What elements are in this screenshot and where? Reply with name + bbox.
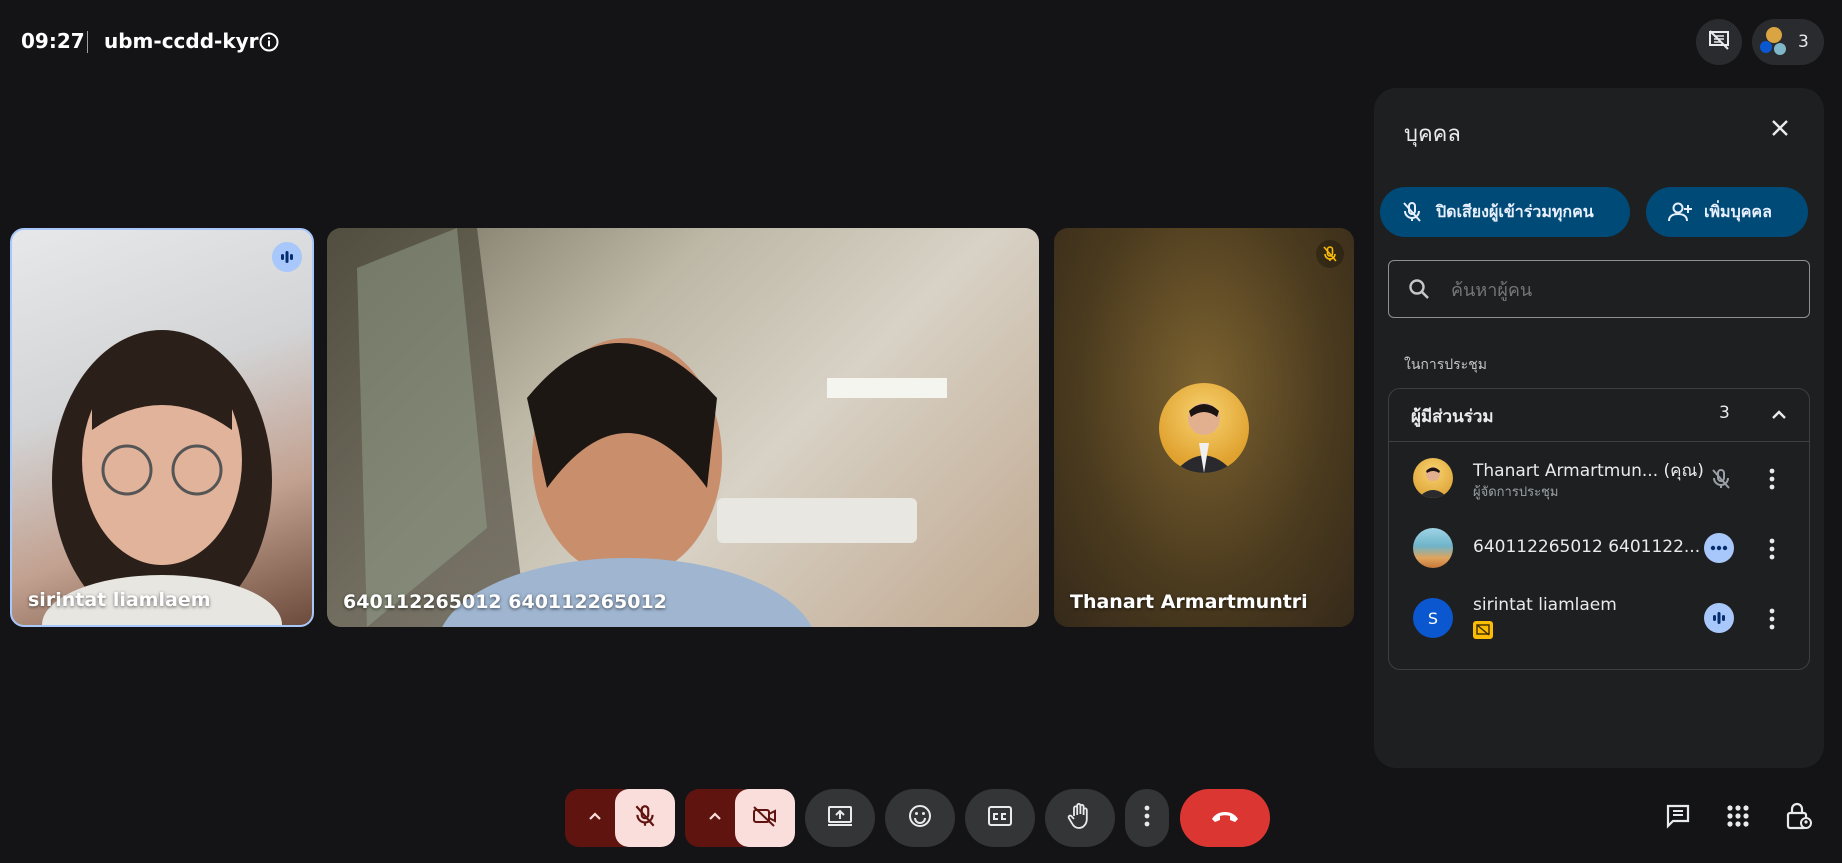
participant-avatars-icon: [1760, 27, 1790, 57]
mic-off-icon: [1400, 200, 1424, 224]
meeting-code: ubm-ccdd-kyr: [104, 29, 259, 53]
speaking-icon: [272, 242, 302, 272]
presentation-off-button[interactable]: [1696, 19, 1742, 65]
mic-off-icon: [1709, 467, 1733, 495]
participant-row[interactable]: S sirintat liamlaem: [1389, 583, 1809, 653]
more-options-icon[interactable]: [1769, 608, 1775, 630]
mic-off-icon: [1316, 240, 1344, 268]
close-button[interactable]: [1766, 116, 1794, 144]
presentation-badge-icon: [1473, 621, 1493, 639]
more-vertical-icon: [1144, 805, 1150, 831]
emoji-icon: [907, 803, 933, 833]
participant-name: 640112265012 6401122...: [1473, 537, 1701, 557]
presentation-off-icon: [1707, 28, 1731, 56]
chat-icon: [1664, 802, 1692, 834]
mute-all-button[interactable]: ปิดเสียงผู้เข้าร่วมทุกคน: [1380, 187, 1630, 237]
participant-role: ผู้จัดการประชุม: [1473, 485, 1559, 500]
add-person-icon: [1666, 200, 1694, 224]
section-label: ในการประชุม: [1404, 357, 1487, 373]
participant-name: sirintat liamlaem: [1473, 595, 1617, 615]
participant-row[interactable]: 640112265012 6401122...: [1389, 513, 1809, 583]
camera-off-icon: [751, 803, 779, 833]
lock-person-icon: [1784, 801, 1812, 835]
tile-name: Thanart Armartmuntri: [1070, 591, 1308, 613]
tile-name: sirintat liamlaem: [28, 589, 211, 611]
info-icon[interactable]: [258, 31, 280, 53]
participant-avatar: [1159, 383, 1249, 473]
participant-video: [327, 228, 947, 627]
people-panel: บุคคล ปิดเสียงผู้เข้าร่วมทุกคน เพิ่มบุคค…: [1374, 88, 1824, 768]
avatar: [1413, 528, 1453, 568]
present-screen-icon: [826, 804, 854, 832]
avatar: S: [1413, 598, 1453, 638]
emoji-button[interactable]: [885, 789, 955, 847]
video-tile-640112265012[interactable]: 640112265012 640112265012: [327, 228, 1039, 627]
group-count: 3: [1719, 403, 1730, 423]
chevron-up-icon: [587, 808, 603, 828]
search-field[interactable]: [1388, 260, 1810, 318]
captions-icon: [987, 805, 1013, 831]
add-people-button[interactable]: เพิ่มบุคคล: [1646, 187, 1808, 237]
more-options-icon[interactable]: [1769, 538, 1775, 560]
raise-hand-button[interactable]: [1045, 789, 1115, 847]
camera-toggle-button[interactable]: [735, 789, 795, 847]
add-people-label: เพิ่มบุคคล: [1704, 201, 1772, 221]
search-input[interactable]: [1449, 275, 1793, 305]
participant-video: [42, 330, 282, 625]
more-horizontal-icon: [1704, 533, 1734, 563]
hang-up-icon: [1210, 809, 1240, 828]
raise-hand-icon: [1067, 802, 1093, 834]
chevron-up-icon[interactable]: [1769, 405, 1789, 429]
video-tile-thanart[interactable]: Thanart Armartmuntri: [1054, 228, 1354, 627]
participant-name: Thanart Armartmun... (คุณ): [1473, 461, 1704, 481]
more-options-icon[interactable]: [1769, 468, 1775, 490]
leave-call-button[interactable]: [1180, 789, 1270, 847]
present-screen-button[interactable]: [805, 789, 875, 847]
avatar: [1413, 458, 1453, 498]
panel-title: บุคคล: [1404, 122, 1461, 147]
activities-button[interactable]: [1720, 800, 1756, 836]
close-icon: [1770, 118, 1790, 142]
participants-group: ผู้มีส่วนร่วม 3 Thanart Armartmun... (คุ…: [1388, 388, 1810, 670]
participants-count-button[interactable]: 3: [1752, 19, 1824, 65]
more-options-button[interactable]: [1125, 789, 1169, 847]
participant-row[interactable]: Thanart Armartmun... (คุณ) ผู้จัดการประช…: [1389, 443, 1809, 513]
tile-name: 640112265012 640112265012: [343, 591, 667, 613]
mic-toggle-button[interactable]: [615, 789, 675, 847]
video-tile-sirintat[interactable]: sirintat liamlaem: [10, 228, 314, 627]
divider: [87, 31, 88, 53]
captions-button[interactable]: [965, 789, 1035, 847]
group-label: ผู้มีส่วนร่วม: [1411, 407, 1494, 427]
apps-grid-icon: [1725, 803, 1751, 833]
chat-button[interactable]: [1660, 800, 1696, 836]
avatar-letter: S: [1427, 608, 1439, 628]
speaking-icon: [1704, 603, 1734, 633]
chevron-up-icon: [707, 808, 723, 828]
mute-all-label: ปิดเสียงผู้เข้าร่วมทุกคน: [1436, 201, 1594, 221]
meeting-time: 09:27: [21, 29, 85, 53]
group-header[interactable]: ผู้มีส่วนร่วม 3: [1389, 389, 1809, 442]
participant-count: 3: [1798, 32, 1809, 52]
search-icon: [1407, 277, 1431, 305]
mic-off-icon: [632, 803, 658, 833]
host-controls-button[interactable]: [1780, 800, 1816, 836]
